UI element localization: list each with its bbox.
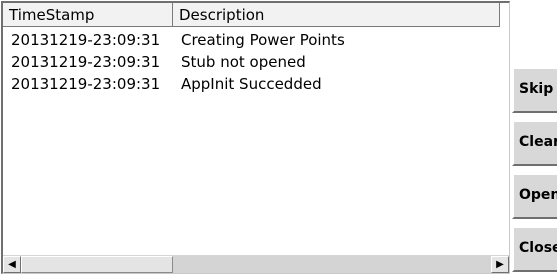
list-header: TimeStamp Description <box>3 3 509 27</box>
scroll-left-button[interactable]: ◀ <box>3 256 21 273</box>
description-cell: Stub not opened <box>181 53 306 71</box>
timestamp-cell: 20131219-23:09:31 <box>11 75 161 93</box>
open-button[interactable]: Open <box>512 173 557 219</box>
column-header-description[interactable]: Description <box>173 3 500 27</box>
scroll-right-button[interactable]: ▶ <box>491 256 509 273</box>
table-row[interactable]: 20131219-23:09:31 Stub not opened <box>3 51 509 73</box>
arrow-right-icon: ▶ <box>496 259 504 270</box>
close-button[interactable]: Close <box>512 226 557 272</box>
log-list-view[interactable]: TimeStamp Description 20131219-23:09:31 … <box>1 1 510 274</box>
description-cell: AppInit Succedded <box>181 75 322 93</box>
timestamp-cell: 20131219-23:09:31 <box>11 53 161 71</box>
skip-button[interactable]: Skip <box>512 67 557 113</box>
arrow-left-icon: ◀ <box>8 259 16 270</box>
table-row[interactable]: 20131219-23:09:31 AppInit Succedded <box>3 73 509 95</box>
table-row[interactable]: 20131219-23:09:31 Creating Power Points <box>3 29 509 51</box>
log-rows: 20131219-23:09:31 Creating Power Points … <box>3 29 509 95</box>
description-cell: Creating Power Points <box>181 31 345 49</box>
clear-button[interactable]: Clear <box>512 120 557 166</box>
horizontal-scrollbar[interactable]: ◀ ▶ <box>3 255 509 273</box>
scrollbar-thumb[interactable] <box>21 256 173 273</box>
column-header-timestamp[interactable]: TimeStamp <box>3 3 173 27</box>
timestamp-cell: 20131219-23:09:31 <box>11 31 161 49</box>
